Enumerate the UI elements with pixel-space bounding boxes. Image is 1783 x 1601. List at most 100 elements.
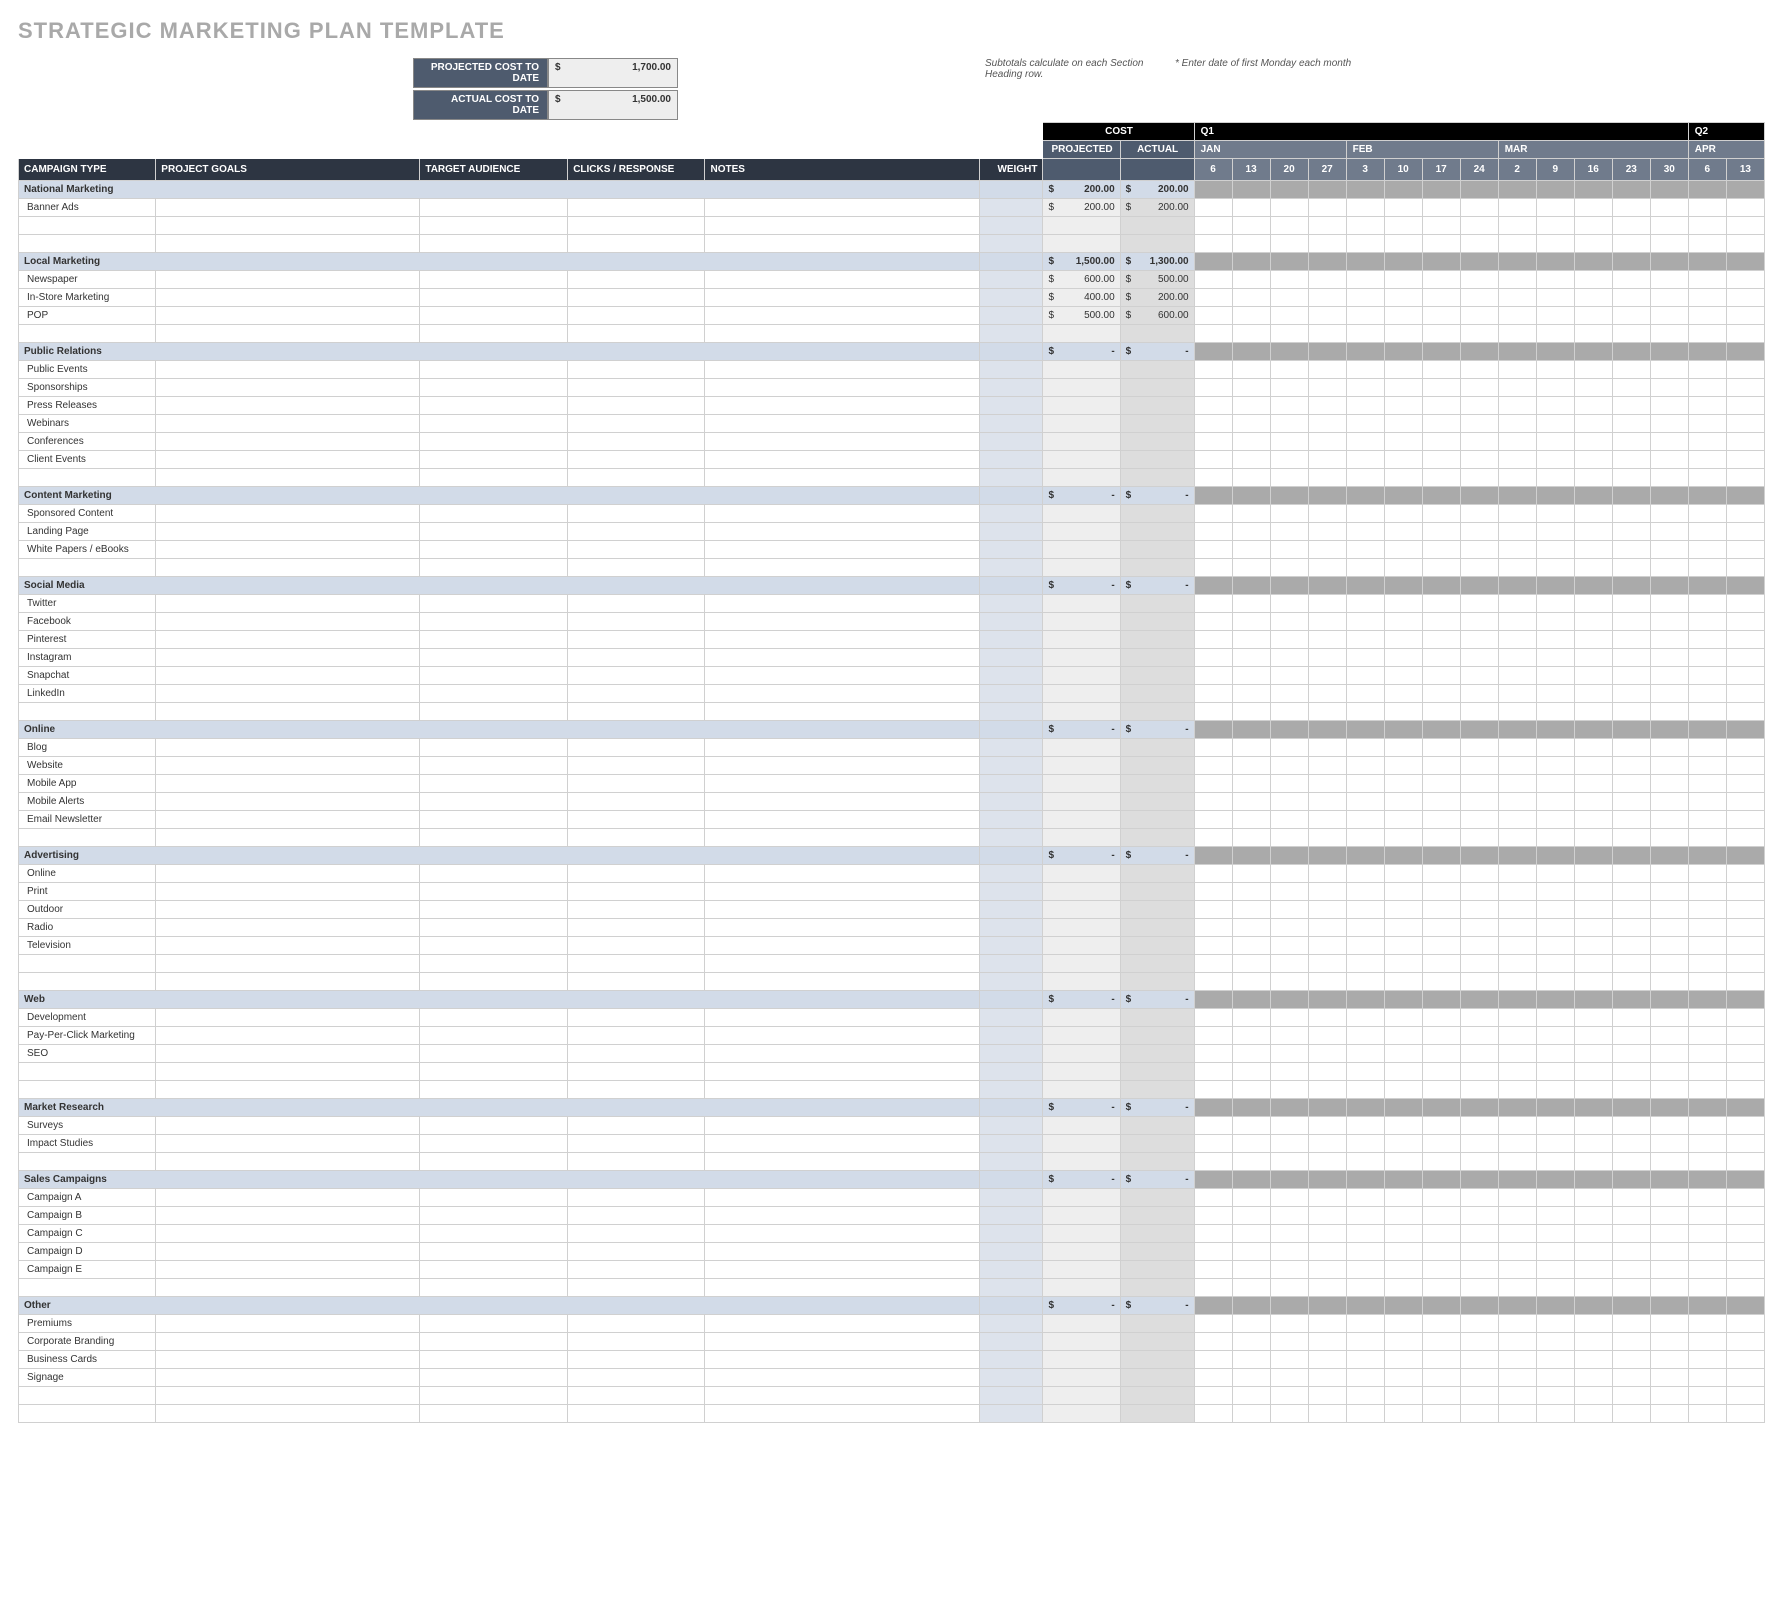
calendar-cell[interactable] (1270, 1009, 1308, 1027)
calendar-cell[interactable] (1574, 955, 1612, 973)
calendar-cell[interactable] (1308, 451, 1346, 469)
calendar-cell[interactable] (1384, 361, 1422, 379)
calendar-cell[interactable] (1726, 1315, 1764, 1333)
calendar-cell[interactable] (1574, 541, 1612, 559)
calendar-cell[interactable] (1232, 199, 1270, 217)
calendar-cell[interactable] (1460, 1153, 1498, 1171)
calendar-cell[interactable] (1232, 325, 1270, 343)
calendar-cell[interactable] (1384, 973, 1422, 991)
calendar-cell[interactable] (1232, 1153, 1270, 1171)
data-row[interactable]: Newspaper$600.00$500.00 (19, 271, 1765, 289)
calendar-cell[interactable] (1726, 505, 1764, 523)
calendar-cell[interactable] (1232, 1027, 1270, 1045)
calendar-cell[interactable] (1384, 955, 1422, 973)
calendar-cell[interactable] (1612, 883, 1650, 901)
calendar-cell[interactable] (1194, 937, 1232, 955)
calendar-cell[interactable] (1232, 1351, 1270, 1369)
calendar-cell[interactable] (1536, 1405, 1574, 1423)
calendar-cell[interactable] (1460, 1081, 1498, 1099)
calendar-cell[interactable] (1194, 1135, 1232, 1153)
calendar-cell[interactable] (1688, 199, 1726, 217)
calendar-cell[interactable] (1308, 631, 1346, 649)
calendar-cell[interactable] (1726, 973, 1764, 991)
calendar-cell[interactable] (1460, 325, 1498, 343)
calendar-cell[interactable] (1460, 703, 1498, 721)
data-row[interactable]: Webinars (19, 415, 1765, 433)
calendar-cell[interactable] (1460, 1261, 1498, 1279)
calendar-cell[interactable] (1688, 1045, 1726, 1063)
calendar-cell[interactable] (1498, 703, 1536, 721)
calendar-cell[interactable] (1726, 217, 1764, 235)
calendar-cell[interactable] (1232, 1243, 1270, 1261)
calendar-cell[interactable] (1194, 811, 1232, 829)
calendar-cell[interactable] (1346, 1189, 1384, 1207)
calendar-cell[interactable] (1612, 1405, 1650, 1423)
calendar-cell[interactable] (1460, 541, 1498, 559)
calendar-cell[interactable] (1726, 793, 1764, 811)
calendar-cell[interactable] (1346, 667, 1384, 685)
calendar-cell[interactable] (1384, 559, 1422, 577)
data-row[interactable]: Blog (19, 739, 1765, 757)
calendar-cell[interactable] (1422, 325, 1460, 343)
data-row[interactable]: Pinterest (19, 631, 1765, 649)
calendar-cell[interactable] (1422, 1405, 1460, 1423)
calendar-cell[interactable] (1650, 811, 1688, 829)
calendar-cell[interactable] (1384, 1333, 1422, 1351)
data-row[interactable]: White Papers / eBooks (19, 541, 1765, 559)
data-row[interactable]: Conferences (19, 433, 1765, 451)
calendar-cell[interactable] (1536, 325, 1574, 343)
calendar-cell[interactable] (1688, 739, 1726, 757)
data-row[interactable]: POP$500.00$600.00 (19, 307, 1765, 325)
calendar-cell[interactable] (1384, 523, 1422, 541)
calendar-cell[interactable] (1232, 649, 1270, 667)
calendar-cell[interactable] (1536, 523, 1574, 541)
calendar-cell[interactable] (1422, 361, 1460, 379)
calendar-cell[interactable] (1726, 1045, 1764, 1063)
calendar-cell[interactable] (1270, 379, 1308, 397)
calendar-cell[interactable] (1346, 901, 1384, 919)
calendar-cell[interactable] (1650, 361, 1688, 379)
calendar-cell[interactable] (1384, 415, 1422, 433)
calendar-cell[interactable] (1270, 235, 1308, 253)
calendar-cell[interactable] (1232, 865, 1270, 883)
data-row[interactable]: In-Store Marketing$400.00$200.00 (19, 289, 1765, 307)
calendar-cell[interactable] (1384, 271, 1422, 289)
calendar-cell[interactable] (1232, 811, 1270, 829)
calendar-cell[interactable] (1498, 541, 1536, 559)
calendar-cell[interactable] (1422, 1225, 1460, 1243)
calendar-cell[interactable] (1346, 1387, 1384, 1405)
calendar-cell[interactable] (1726, 919, 1764, 937)
data-row[interactable]: Corporate Branding (19, 1333, 1765, 1351)
calendar-cell[interactable] (1194, 217, 1232, 235)
calendar-cell[interactable] (1308, 1153, 1346, 1171)
calendar-cell[interactable] (1688, 1315, 1726, 1333)
calendar-cell[interactable] (1384, 469, 1422, 487)
calendar-cell[interactable] (1194, 1207, 1232, 1225)
calendar-cell[interactable] (1308, 955, 1346, 973)
calendar-cell[interactable] (1650, 1369, 1688, 1387)
calendar-cell[interactable] (1422, 1207, 1460, 1225)
calendar-cell[interactable] (1460, 505, 1498, 523)
calendar-cell[interactable] (1498, 1027, 1536, 1045)
calendar-cell[interactable] (1688, 1117, 1726, 1135)
calendar-cell[interactable] (1688, 883, 1726, 901)
calendar-cell[interactable] (1726, 811, 1764, 829)
calendar-cell[interactable] (1270, 775, 1308, 793)
calendar-cell[interactable] (1194, 1261, 1232, 1279)
calendar-cell[interactable] (1308, 1225, 1346, 1243)
calendar-cell[interactable] (1308, 217, 1346, 235)
calendar-cell[interactable] (1536, 541, 1574, 559)
calendar-cell[interactable] (1194, 1351, 1232, 1369)
calendar-cell[interactable] (1194, 1243, 1232, 1261)
calendar-cell[interactable] (1346, 307, 1384, 325)
calendar-cell[interactable] (1460, 1351, 1498, 1369)
calendar-cell[interactable] (1384, 595, 1422, 613)
calendar-cell[interactable] (1346, 1333, 1384, 1351)
calendar-cell[interactable] (1384, 1351, 1422, 1369)
calendar-cell[interactable] (1346, 469, 1384, 487)
calendar-cell[interactable] (1688, 397, 1726, 415)
data-row[interactable]: Sponsored Content (19, 505, 1765, 523)
calendar-cell[interactable] (1688, 289, 1726, 307)
calendar-cell[interactable] (1688, 559, 1726, 577)
calendar-cell[interactable] (1460, 1117, 1498, 1135)
